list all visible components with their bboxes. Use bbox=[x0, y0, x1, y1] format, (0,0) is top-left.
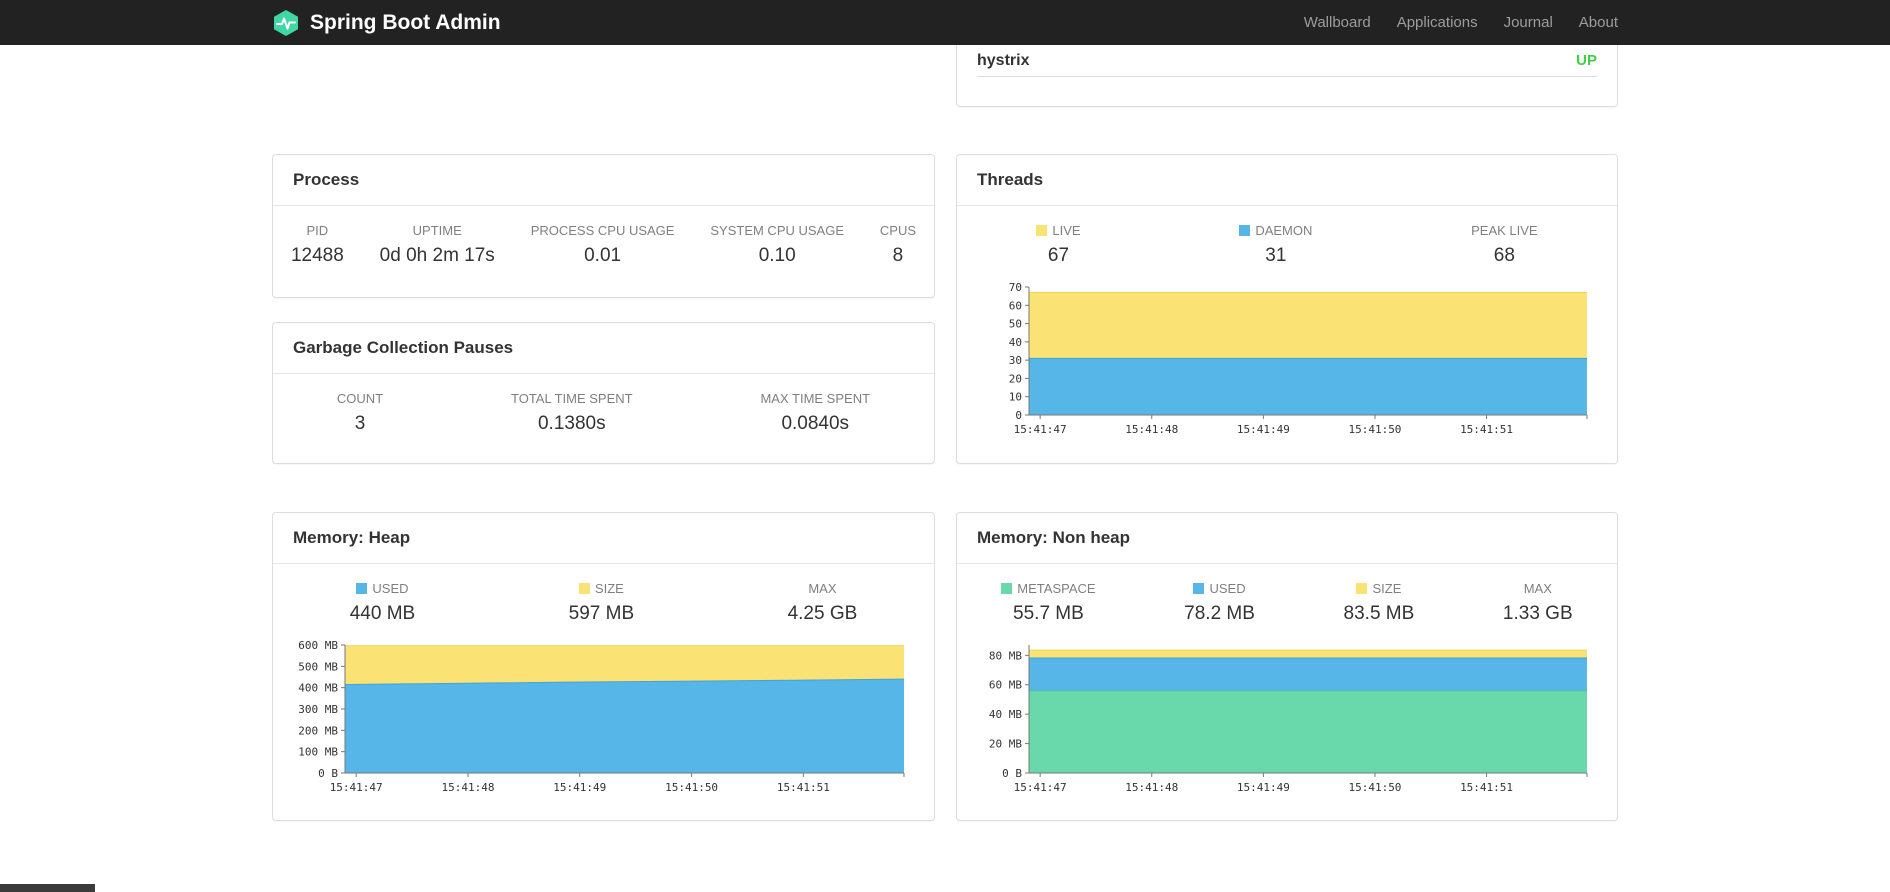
stat-nonheap-used: USED 78.2 MB bbox=[1184, 581, 1255, 624]
memory-nonheap-stats: METASPACE 55.7 MB USED 78.2 MB SIZE 83.5… bbox=[957, 564, 1617, 625]
memory-nonheap-chart: 0 B 20 MB 40 MB 60 MB 80 MB 15:41:47 15:41:48 1… bbox=[977, 639, 1597, 801]
stat-heap-used: USED 440 MB bbox=[349, 581, 416, 624]
stat-threads-live: LIVE 67 bbox=[1036, 223, 1081, 267]
gc-pauses-card: Garbage Collection Pauses COUNT 3 TOTAL … bbox=[272, 322, 935, 464]
memory-nonheap-title: Memory: Non heap bbox=[957, 513, 1617, 564]
svg-text:60 MB: 60 MB bbox=[989, 679, 1022, 692]
svg-text:15:41:48: 15:41:48 bbox=[1125, 423, 1178, 436]
svg-text:15:41:51: 15:41:51 bbox=[1460, 423, 1513, 436]
svg-text:15:41:50: 15:41:50 bbox=[1348, 423, 1401, 436]
nav-item-journal[interactable]: Journal bbox=[1491, 0, 1566, 45]
main-content: Process PID 12488 UPTIME 0d 0h 2m 17s PR… bbox=[272, 45, 1618, 821]
stat-gc-count: COUNT 3 bbox=[336, 391, 384, 434]
nav-item-wallboard[interactable]: Wallboard bbox=[1291, 0, 1384, 45]
nonheap-size-legend-swatch bbox=[1356, 583, 1368, 594]
svg-text:500 MB: 500 MB bbox=[298, 660, 338, 673]
stat-nonheap-max: MAX 1.33 GB bbox=[1502, 581, 1573, 624]
svg-text:15:41:48: 15:41:48 bbox=[441, 781, 494, 794]
svg-text:15:41:47: 15:41:47 bbox=[330, 781, 383, 794]
stat-gc-total-time: TOTAL TIME SPENT 0.1380s bbox=[511, 391, 633, 434]
stat-process-cpu-usage: PROCESS CPU USAGE 0.01 bbox=[530, 223, 675, 266]
stat-heap-max: MAX 4.25 GB bbox=[787, 581, 858, 624]
svg-text:40 MB: 40 MB bbox=[989, 708, 1022, 721]
nonheap-metaspace-legend-swatch bbox=[1001, 583, 1013, 594]
svg-text:300 MB: 300 MB bbox=[298, 703, 338, 716]
health-card-partial: hystrix UP bbox=[956, 45, 1618, 107]
svg-text:15:41:49: 15:41:49 bbox=[553, 781, 606, 794]
svg-text:20 MB: 20 MB bbox=[989, 738, 1022, 751]
stat-heap-size: SIZE 597 MB bbox=[568, 581, 635, 624]
threads-chart: 0 10 20 30 40 50 60 70 15:41:47 15:41:48 15:41:49 1… bbox=[977, 281, 1597, 443]
svg-text:15:41:50: 15:41:50 bbox=[1348, 781, 1401, 794]
svg-text:15:41:49: 15:41:49 bbox=[1237, 781, 1290, 794]
svg-text:15:41:48: 15:41:48 bbox=[1125, 781, 1178, 794]
svg-text:100 MB: 100 MB bbox=[298, 746, 338, 759]
stat-system-cpu-usage: SYSTEM CPU USAGE 0.10 bbox=[710, 223, 844, 266]
process-stats: PID 12488 UPTIME 0d 0h 2m 17s PROCESS CP… bbox=[273, 206, 934, 267]
svg-text:15:41:51: 15:41:51 bbox=[1460, 781, 1513, 794]
process-card-title: Process bbox=[273, 155, 934, 206]
stat-uptime: UPTIME 0d 0h 2m 17s bbox=[379, 223, 495, 266]
stat-nonheap-metaspace: METASPACE 55.7 MB bbox=[1001, 581, 1096, 625]
stat-nonheap-size: SIZE 83.5 MB bbox=[1343, 581, 1415, 624]
svg-text:80 MB: 80 MB bbox=[989, 649, 1022, 662]
gc-stats: COUNT 3 TOTAL TIME SPENT 0.1380s MAX TIM… bbox=[273, 374, 934, 435]
navbar: Spring Boot Admin Wallboard Applications… bbox=[0, 0, 1890, 45]
stat-cpus: CPUS 8 bbox=[879, 223, 917, 266]
nonheap-used-legend-swatch bbox=[1193, 583, 1205, 594]
nav-item-about[interactable]: About bbox=[1566, 0, 1618, 45]
svg-text:70: 70 bbox=[1009, 281, 1022, 294]
svg-text:15:41:47: 15:41:47 bbox=[1014, 423, 1067, 436]
svg-text:0: 0 bbox=[1015, 409, 1022, 422]
health-row-label: hystrix bbox=[977, 51, 1030, 69]
svg-text:0 B: 0 B bbox=[1002, 767, 1022, 780]
health-row-hystrix: hystrix UP bbox=[977, 45, 1597, 77]
svg-text:20: 20 bbox=[1009, 372, 1022, 385]
svg-text:30: 30 bbox=[1009, 354, 1022, 367]
heap-used-legend-swatch bbox=[356, 583, 368, 594]
svg-text:50: 50 bbox=[1009, 318, 1022, 331]
svg-text:10: 10 bbox=[1009, 391, 1022, 404]
svg-text:400 MB: 400 MB bbox=[298, 682, 338, 695]
stat-gc-max-time: MAX TIME SPENT 0.0840s bbox=[760, 391, 871, 434]
svg-text:60: 60 bbox=[1009, 299, 1022, 312]
threads-card: Threads LIVE 67 DAEMON 31 PEAK LIVE 68 0… bbox=[956, 154, 1618, 464]
svg-text:15:41:51: 15:41:51 bbox=[777, 781, 830, 794]
memory-nonheap-card: Memory: Non heap METASPACE 55.7 MB USED … bbox=[956, 512, 1618, 821]
memory-heap-title: Memory: Heap bbox=[273, 513, 934, 564]
memory-heap-stats: USED 440 MB SIZE 597 MB MAX 4.25 GB bbox=[273, 564, 934, 625]
stat-pid: PID 12488 bbox=[290, 223, 344, 266]
nav-item-applications[interactable]: Applications bbox=[1384, 0, 1491, 45]
left-column: Process PID 12488 UPTIME 0d 0h 2m 17s PR… bbox=[272, 45, 935, 821]
threads-stats: LIVE 67 DAEMON 31 PEAK LIVE 68 bbox=[957, 206, 1617, 267]
gc-card-title: Garbage Collection Pauses bbox=[273, 323, 934, 374]
status-badge: UP bbox=[1576, 52, 1597, 69]
svg-text:40: 40 bbox=[1009, 336, 1022, 349]
memory-heap-card: Memory: Heap USED 440 MB SIZE 597 MB MAX… bbox=[272, 512, 935, 821]
threads-live-legend-swatch bbox=[1036, 225, 1048, 236]
svg-text:15:41:49: 15:41:49 bbox=[1237, 423, 1290, 436]
svg-text:0 B: 0 B bbox=[318, 767, 338, 780]
threads-daemon-legend-swatch bbox=[1239, 225, 1251, 236]
right-column: hystrix UP Threads LIVE 67 DAEMON 31 PEA… bbox=[956, 45, 1618, 821]
svg-text:15:41:50: 15:41:50 bbox=[665, 781, 718, 794]
browser-status-stub bbox=[0, 884, 95, 892]
brand-title: Spring Boot Admin bbox=[310, 10, 501, 34]
svg-text:600 MB: 600 MB bbox=[298, 639, 338, 652]
nav-links: Wallboard Applications Journal About bbox=[1291, 0, 1618, 45]
app-brand[interactable]: Spring Boot Admin bbox=[272, 9, 501, 37]
process-card: Process PID 12488 UPTIME 0d 0h 2m 17s PR… bbox=[272, 154, 935, 298]
stat-threads-peak-live: PEAK LIVE 68 bbox=[1471, 223, 1538, 266]
spring-boot-admin-logo-icon bbox=[272, 9, 300, 37]
threads-card-title: Threads bbox=[957, 155, 1617, 206]
stat-threads-daemon: DAEMON 31 bbox=[1239, 223, 1312, 267]
svg-text:200 MB: 200 MB bbox=[298, 724, 338, 737]
memory-heap-chart: 0 B 100 MB 200 MB 300 MB 400 MB 500 MB 600 MB 1… bbox=[293, 639, 914, 801]
heap-size-legend-swatch bbox=[578, 583, 590, 594]
svg-text:15:41:47: 15:41:47 bbox=[1014, 781, 1067, 794]
